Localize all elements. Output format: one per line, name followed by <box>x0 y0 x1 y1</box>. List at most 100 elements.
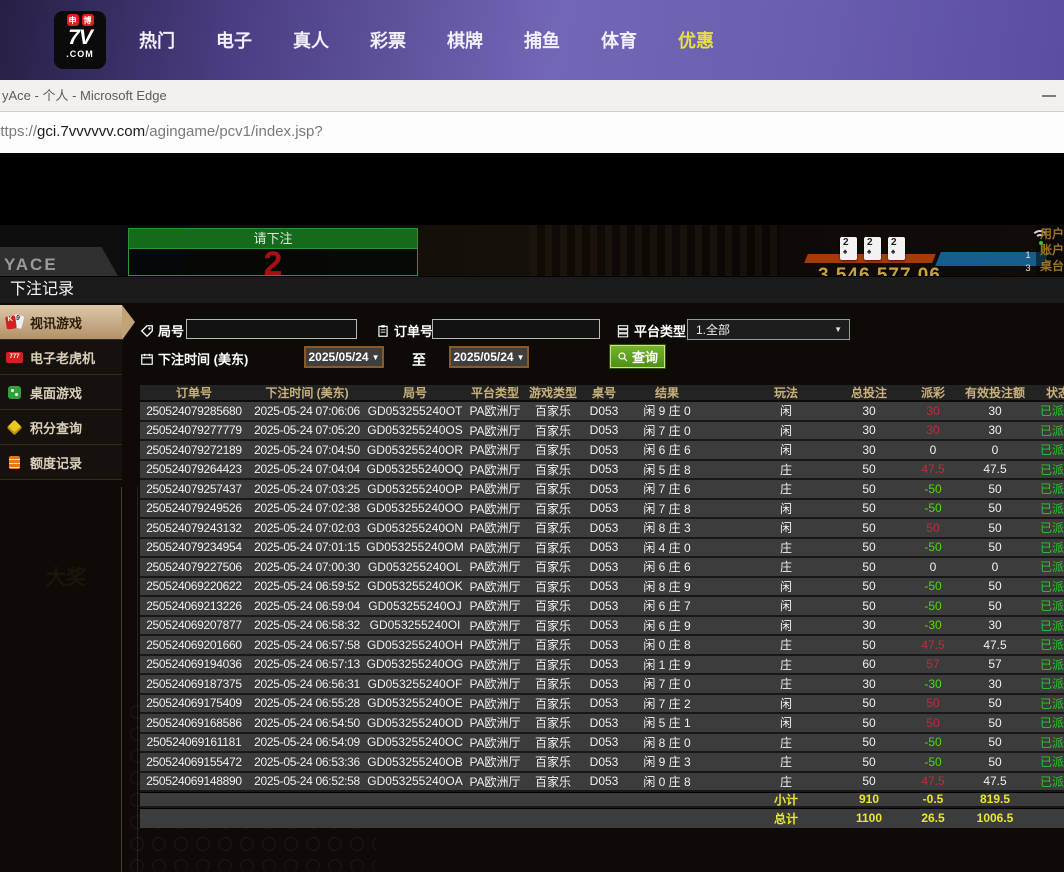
table-cell: 0 <box>962 560 1028 574</box>
table-cell: PA欧洲厅 <box>464 480 526 497</box>
table-cell: 47.5 <box>904 462 962 476</box>
table-cell: 47.5 <box>962 462 1028 476</box>
table-cell: 47.5 <box>904 638 962 652</box>
table-row: 2505240792856802025-05-24 07:06:06GD0532… <box>140 402 1064 422</box>
table-cell: D053 <box>580 443 628 457</box>
sidebar-item-视讯游戏[interactable]: 9K视讯游戏 <box>0 305 122 340</box>
browser-urlbar[interactable]: https://gci.7vvvvvv.com/agingame/pcv1/in… <box>0 112 1064 153</box>
sidebar-item-积分查询[interactable]: 积分查询 <box>0 410 122 445</box>
nav-item-热门[interactable]: 热门 <box>139 27 175 53</box>
playing-card: 2♠ <box>864 237 881 260</box>
table-cell: 0 <box>904 443 962 457</box>
table-cell: 闲 9 庄 0 <box>628 402 706 419</box>
platform-select[interactable]: 1.全部▼ <box>687 319 850 340</box>
table-cell: 2025-05-24 07:05:20 <box>248 423 366 437</box>
table-cell: 2025-05-24 06:52:58 <box>248 774 366 788</box>
total-row: 总计110026.51006.5 <box>140 808 1064 828</box>
nav-item-棋牌[interactable]: 棋牌 <box>447 27 483 53</box>
table-cell: 闲 6 庄 7 <box>628 597 706 614</box>
table-cell: PA欧洲厅 <box>464 597 526 614</box>
letterbox-strip <box>0 153 1064 225</box>
window-title: yAce - 个人 - Microsoft Edge <box>2 80 167 111</box>
table-cell: 庄 <box>738 675 834 692</box>
table-cell: GD053255240OJ <box>366 599 464 613</box>
table-cell: 250524079249526 <box>140 501 248 515</box>
table-cell: D053 <box>580 696 628 710</box>
sidebar-item-额度记录[interactable]: 额度记录 <box>0 445 122 480</box>
nav-item-电子[interactable]: 电子 <box>216 27 252 53</box>
round-input[interactable] <box>186 319 357 339</box>
table-cell: 2025-05-24 06:59:52 <box>248 579 366 593</box>
minimize-icon[interactable] <box>1042 95 1056 97</box>
table-cell: 闲 <box>738 617 834 634</box>
table-cell: 百家乐 <box>526 422 580 439</box>
search-icon <box>617 351 629 363</box>
table-cell: D053 <box>580 618 628 632</box>
table-row: 2505240792431322025-05-24 07:02:03GD0532… <box>140 519 1064 539</box>
table-cell: 闲 <box>738 500 834 517</box>
table-cell: 250524069155472 <box>140 755 248 769</box>
table-cell: -50 <box>904 540 962 554</box>
table-cell: 百家乐 <box>526 675 580 692</box>
date-to-picker[interactable]: 2025/05/24▼ <box>449 346 529 368</box>
table-cell: 250524079264423 <box>140 462 248 476</box>
table-cell: D053 <box>580 735 628 749</box>
table-row: 2505240692132262025-05-24 06:59:04GD0532… <box>140 597 1064 617</box>
table-cell: 已派彩 <box>1028 753 1064 770</box>
table-cell: 250524069187375 <box>140 677 248 691</box>
table-cell: 47.5 <box>904 774 962 788</box>
table-cell: 已派彩 <box>1028 675 1064 692</box>
table-cell: 50 <box>834 482 904 496</box>
table-cell: GD053255240OH <box>366 638 464 652</box>
table-cell: 百家乐 <box>526 734 580 751</box>
round-label: 局号 <box>140 321 184 340</box>
table-cell: 已派彩 <box>1028 558 1064 575</box>
browser-titlebar: yAce - 个人 - Microsoft Edge <box>0 80 1064 112</box>
table-cell: 百家乐 <box>526 441 580 458</box>
table-cell: PA欧洲厅 <box>464 519 526 536</box>
site-navbar: 申 博 7V .COM 热门 电子 真人 彩票 棋牌 捕鱼 体育 优惠 <box>0 0 1064 80</box>
nav-item-优惠[interactable]: 优惠 <box>678 27 714 53</box>
table-cell: 250524069220622 <box>140 579 248 593</box>
table-row: 2505240792349542025-05-24 07:01:15GD0532… <box>140 539 1064 559</box>
nav-item-真人[interactable]: 真人 <box>293 27 329 53</box>
sidebar-item-电子老虎机[interactable]: 777电子老虎机 <box>0 340 122 375</box>
bet-time-label: 下注时间 (美东) <box>140 349 248 368</box>
table-cell: 2025-05-24 06:58:32 <box>248 618 366 632</box>
table-cell: 百家乐 <box>526 695 580 712</box>
table-cell: 百家乐 <box>526 480 580 497</box>
table-cell: 百家乐 <box>526 656 580 673</box>
address-url[interactable]: https://gci.7vvvvvv.com/agingame/pcv1/in… <box>0 112 323 152</box>
table-cell: GD053255240OD <box>366 716 464 730</box>
table-cell: 50 <box>834 599 904 613</box>
platform-label: 平台类型 <box>616 321 686 340</box>
table-cell: D053 <box>580 599 628 613</box>
table-cell: 百家乐 <box>526 617 580 634</box>
nav-item-体育[interactable]: 体育 <box>601 27 637 53</box>
date-from-picker[interactable]: 2025/05/24▼ <box>304 346 384 368</box>
table-cell: 闲 <box>738 714 834 731</box>
table-cell: PA欧洲厅 <box>464 422 526 439</box>
order-input[interactable] <box>432 319 600 339</box>
table-cell: GD053255240OI <box>366 618 464 632</box>
countdown-number: 2 <box>129 249 417 276</box>
table-cell: GD053255240OQ <box>366 462 464 476</box>
table-cell: 2025-05-24 07:04:04 <box>248 462 366 476</box>
table-cell: PA欧洲厅 <box>464 539 526 556</box>
table-cell: 已派彩 <box>1028 480 1064 497</box>
table-cell: PA欧洲厅 <box>464 753 526 770</box>
account-info-labels: 用户名账户余桌台编 <box>1040 226 1064 274</box>
nav-item-彩票[interactable]: 彩票 <box>370 27 406 53</box>
table-cell: 50 <box>834 540 904 554</box>
site-logo[interactable]: 申 博 7V .COM <box>54 11 106 69</box>
nav-item-捕鱼[interactable]: 捕鱼 <box>524 27 560 53</box>
table-cell: D053 <box>580 521 628 535</box>
table-cell: 百家乐 <box>526 500 580 517</box>
sidebar-item-桌面游戏[interactable]: 桌面游戏 <box>0 375 122 410</box>
column-header: 派彩 <box>904 384 962 401</box>
search-button[interactable]: 查询 <box>610 345 665 368</box>
table-cell: 已派彩 <box>1028 636 1064 653</box>
table-cell: 57 <box>962 657 1028 671</box>
sidebar-item-label: 电子老虎机 <box>30 348 95 367</box>
table-row: 2505240691554722025-05-24 06:53:36GD0532… <box>140 753 1064 773</box>
